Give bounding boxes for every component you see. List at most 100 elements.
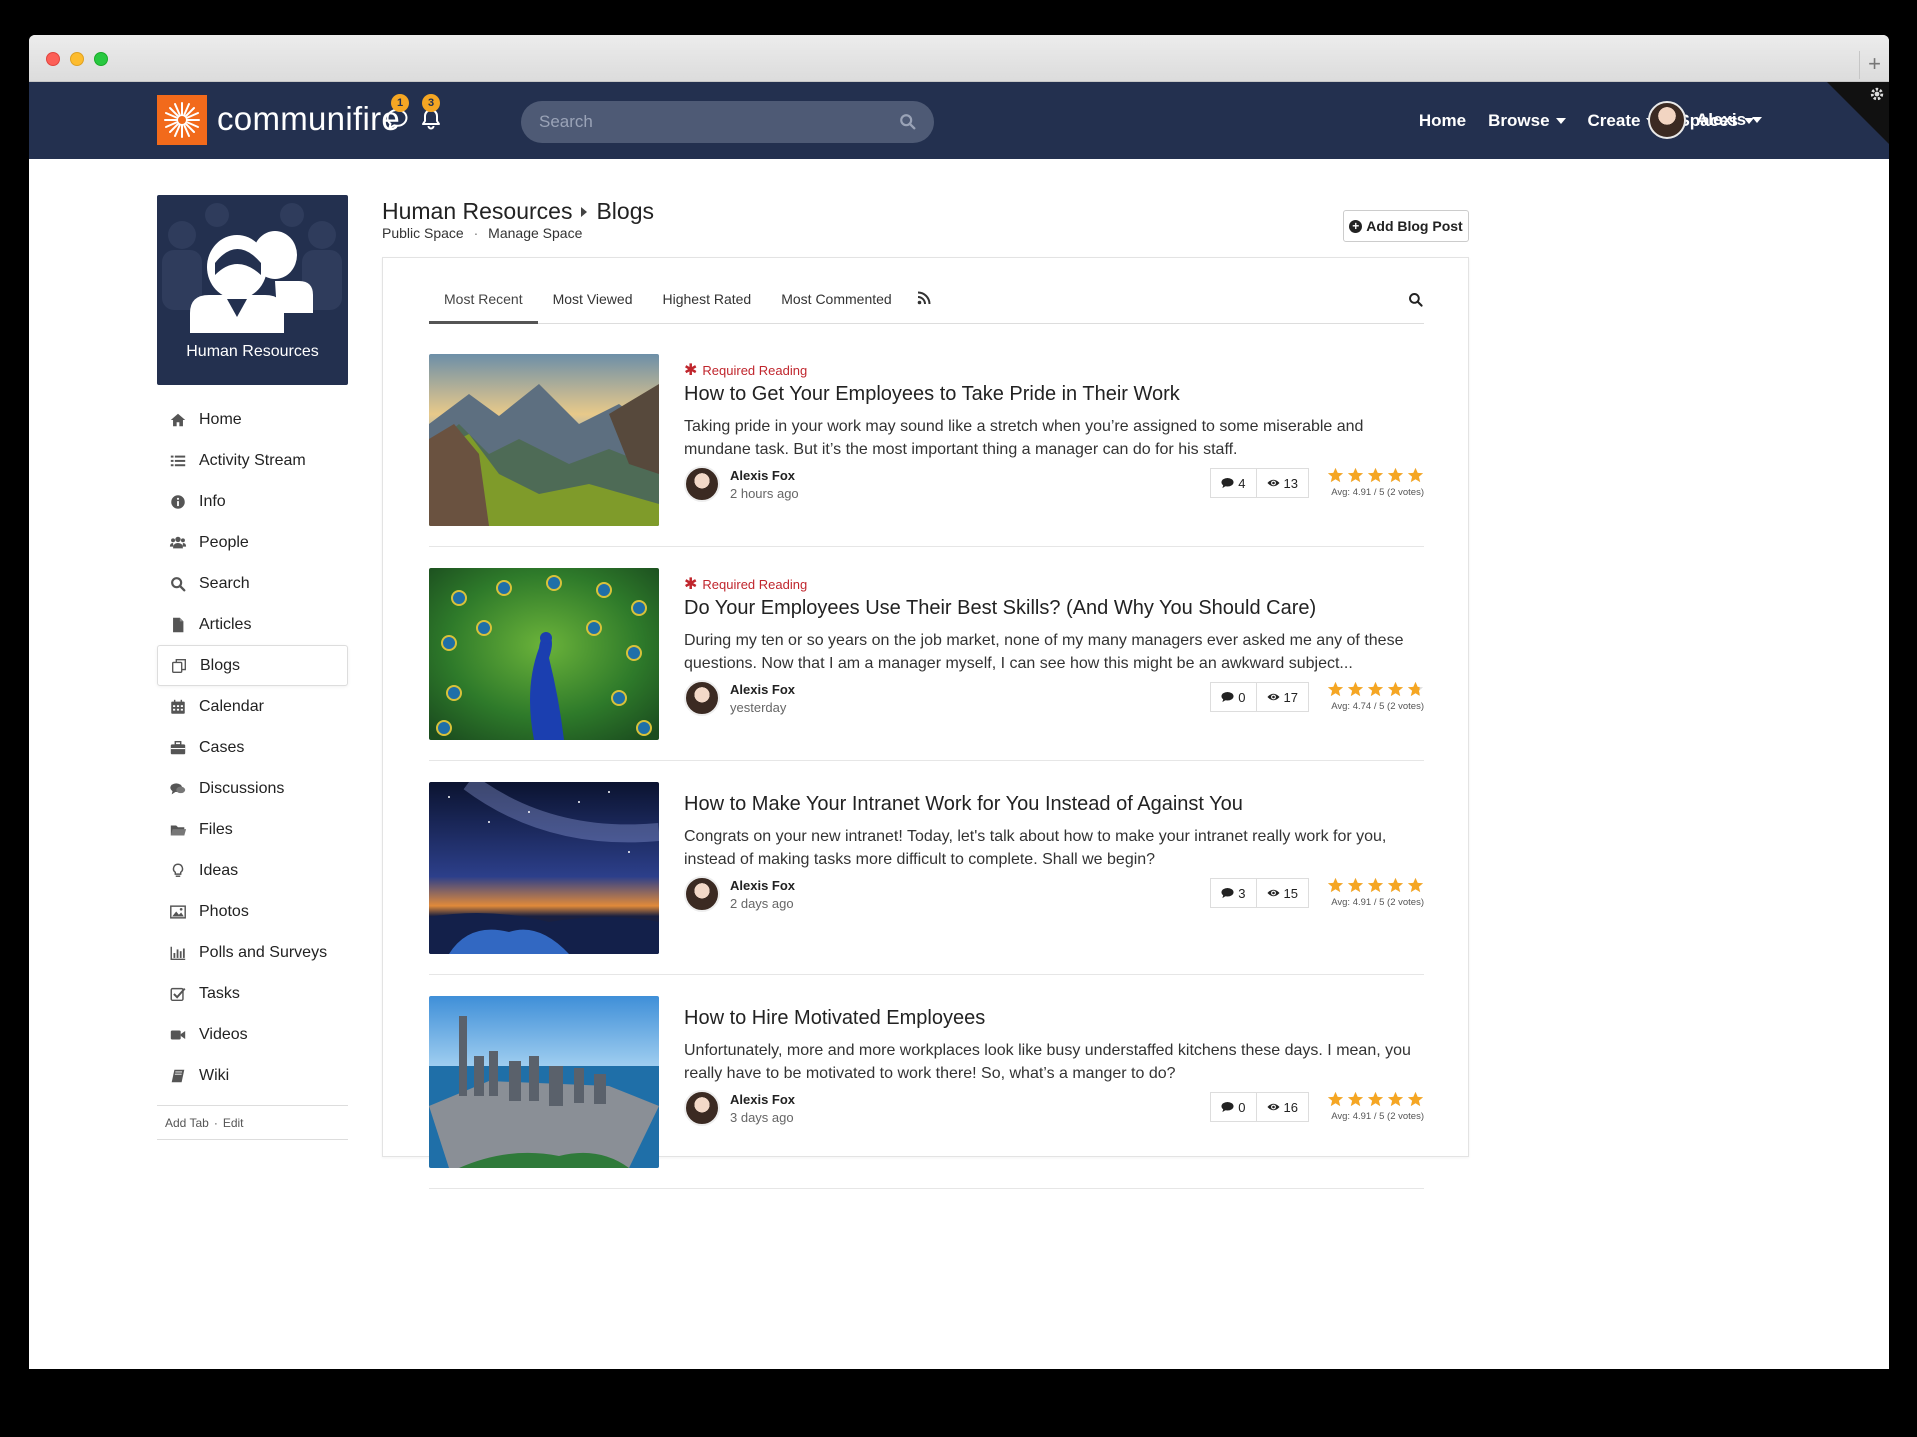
post-author[interactable]: Alexis Fox 2 hours ago [684,466,799,502]
comment-count[interactable]: 4 [1210,468,1257,498]
bell-icon[interactable]: 3 [419,94,447,135]
sidebar-item-wiki[interactable]: Wiki [157,1055,348,1096]
breadcrumb-space[interactable]: Human Resources [382,198,572,225]
tab-most-commented[interactable]: Most Commented [766,278,906,324]
comment-count[interactable]: 3 [1210,878,1257,908]
star-icon[interactable] [1347,467,1364,483]
sidebar-item-tasks[interactable]: Tasks [157,973,348,1014]
comment-count[interactable]: 0 [1210,682,1257,712]
rating-average: Avg: 4.91 / 5 (2 votes) [1331,487,1424,498]
rating-stars[interactable] [1324,681,1424,697]
sidebar-item-discussions[interactable]: Discussions [157,768,348,809]
star-icon[interactable] [1347,1091,1364,1107]
user-menu[interactable]: Alexis [1648,97,1763,143]
rating-stars[interactable] [1324,1091,1424,1107]
post-excerpt: Taking pride in your work may sound like… [684,418,1364,458]
star-icon[interactable] [1367,467,1384,483]
sidebar-item-polls-and-surveys[interactable]: Polls and Surveys [157,932,348,973]
star-icon[interactable] [1327,681,1344,697]
star-icon[interactable] [1407,681,1424,697]
sidebar-item-blogs[interactable]: Blogs [157,645,348,686]
tab-most-recent[interactable]: Most Recent [429,278,538,324]
sidebar-item-info[interactable]: Info [157,481,348,522]
rss-feed-link[interactable] [907,278,946,324]
sidebar-item-photos[interactable]: Photos [157,891,348,932]
sidebar-item-files[interactable]: Files [157,809,348,850]
post-time: 2 hours ago [730,485,799,501]
view-count: 17 [1256,682,1309,712]
gear-icon[interactable] [1869,86,1885,102]
post-thumbnail[interactable] [429,354,659,526]
star-icon[interactable] [1367,1091,1384,1107]
user-name: Alexis [1696,110,1747,129]
post-thumbnail[interactable] [429,782,659,954]
post-title[interactable]: How to Make Your Intranet Work for You I… [684,793,1243,816]
tab-most-viewed[interactable]: Most Viewed [538,278,648,324]
browser-window: + communifire 1 3 Search Home Browse Cre… [29,35,1889,1369]
manage-space-link[interactable]: Manage Space [488,225,582,241]
post-author[interactable]: Alexis Fox 2 days ago [684,876,795,912]
author-name[interactable]: Alexis Fox [730,878,795,893]
post-author[interactable]: Alexis Fox yesterday [684,680,795,716]
post-author[interactable]: Alexis Fox 3 days ago [684,1090,795,1126]
author-name[interactable]: Alexis Fox [730,682,795,697]
sidebar-item-cases[interactable]: Cases [157,727,348,768]
space-card[interactable]: Human Resources [157,195,348,385]
star-icon[interactable] [1347,681,1364,697]
sidebar-item-videos[interactable]: Videos [157,1014,348,1055]
star-icon[interactable] [1367,681,1384,697]
logo-text[interactable]: communifire [217,100,400,138]
sidebar-item-calendar[interactable]: Calendar [157,686,348,727]
post-excerpt: During my ten or so years on the job mar… [684,632,1404,672]
star-icon[interactable] [1367,877,1384,893]
close-window-button[interactable] [46,52,60,66]
add-blog-post-button[interactable]: + Add Blog Post [1343,210,1469,242]
nav-create[interactable]: Create [1588,111,1657,131]
star-icon[interactable] [1347,877,1364,893]
star-icon[interactable] [1327,877,1344,893]
public-space-link[interactable]: Public Space [382,225,464,241]
comment-count[interactable]: 0 [1210,1092,1257,1122]
search-icon[interactable] [1408,292,1424,308]
post-title[interactable]: Do Your Employees Use Their Best Skills?… [684,597,1316,620]
star-icon[interactable] [1327,1091,1344,1107]
star-icon[interactable] [1387,681,1404,697]
space-name: Human Resources [186,343,319,360]
asterisk-icon: ✱ [684,362,698,379]
search-input[interactable] [539,101,889,143]
star-icon[interactable] [1407,1091,1424,1107]
star-icon[interactable] [1387,1091,1404,1107]
star-icon[interactable] [1407,467,1424,483]
sidebar-item-search[interactable]: Search [157,563,348,604]
post-title[interactable]: How to Hire Motivated Employees [684,1007,985,1030]
add-tab-link[interactable]: Add Tab [165,1116,209,1130]
nav-home[interactable]: Home [1419,111,1466,131]
post-title[interactable]: How to Get Your Employees to Take Pride … [684,383,1180,406]
edit-tabs-link[interactable]: Edit [223,1116,244,1130]
author-name[interactable]: Alexis Fox [730,1092,795,1107]
star-icon[interactable] [1387,467,1404,483]
star-icon[interactable] [1387,877,1404,893]
zoom-window-button[interactable] [94,52,108,66]
post-thumbnail[interactable] [429,568,659,740]
sidebar-item-articles[interactable]: Articles [157,604,348,645]
rating-stars[interactable] [1324,467,1424,483]
new-tab-button[interactable]: + [1859,51,1889,79]
search-icon[interactable] [899,113,917,131]
star-icon[interactable] [1407,877,1424,893]
star-icon[interactable] [1327,467,1344,483]
author-name[interactable]: Alexis Fox [730,468,799,483]
sidebar-item-people[interactable]: People [157,522,348,563]
rating-stars[interactable] [1324,877,1424,893]
sidebar-item-label: Calendar [199,697,264,715]
sidebar-item-home[interactable]: Home [157,399,348,440]
sidebar-item-activity-stream[interactable]: Activity Stream [157,440,348,481]
minimize-window-button[interactable] [70,52,84,66]
eye-icon [1266,693,1280,701]
logo-icon[interactable] [157,95,207,145]
nav-browse[interactable]: Browse [1488,111,1566,131]
chat-icon[interactable]: 1 [385,94,413,135]
post-thumbnail[interactable] [429,996,659,1168]
tab-highest-rated[interactable]: Highest Rated [648,278,767,324]
sidebar-item-ideas[interactable]: Ideas [157,850,348,891]
